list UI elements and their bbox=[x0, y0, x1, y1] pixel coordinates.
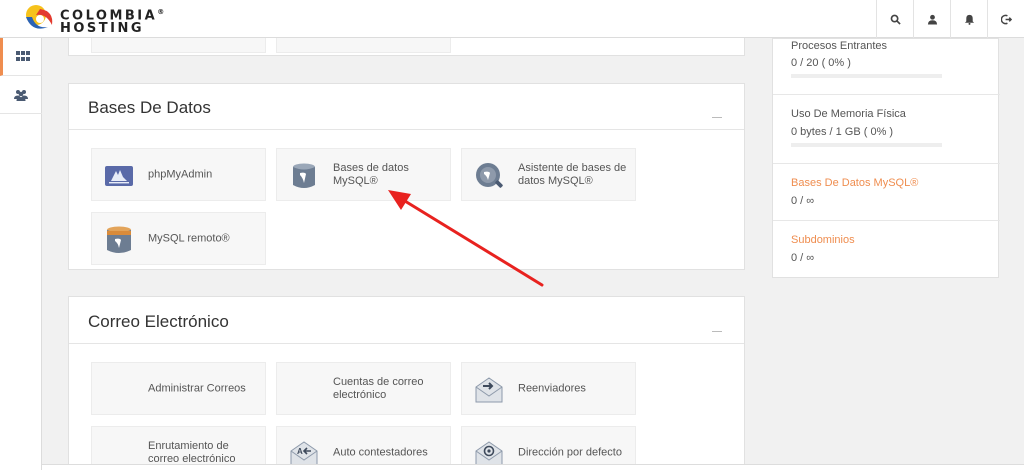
tile-mysql-databases[interactable]: Bases de datos MySQL® bbox=[276, 148, 451, 201]
logout-button[interactable] bbox=[987, 0, 1024, 38]
phpmyadmin-icon bbox=[105, 166, 133, 186]
stat-incoming-processes: Procesos Entrantes 0 / 20 ( 0% ) bbox=[773, 39, 1000, 95]
tile-forwarders[interactable]: Reenviadores bbox=[461, 362, 636, 415]
databases-collapse-button[interactable] bbox=[712, 117, 722, 118]
forwarders-icon bbox=[475, 377, 503, 403]
nav-users[interactable] bbox=[0, 76, 42, 114]
databases-panel: Bases De Datos phpMyAdmin Bases de datos… bbox=[68, 83, 745, 270]
stat-progress-bar bbox=[791, 74, 942, 78]
stat-link-subdomains[interactable]: Subdominios bbox=[791, 234, 855, 246]
tile-label: Bases de datos MySQL® bbox=[333, 161, 409, 187]
stat-label: Procesos Entrantes bbox=[791, 40, 887, 52]
tile-email-accounts[interactable]: Cuentas de correo electrónico bbox=[276, 362, 451, 415]
brand-logo[interactable]: COLOMBIA® HOSTING bbox=[22, 3, 172, 35]
left-nav bbox=[0, 38, 42, 470]
databases-title: Bases De Datos bbox=[88, 98, 211, 117]
svg-text:A: A bbox=[297, 447, 303, 456]
tile-phpmyadmin[interactable]: phpMyAdmin bbox=[91, 148, 266, 201]
users-icon bbox=[14, 89, 28, 101]
tile-label: Administrar Correos bbox=[148, 382, 246, 394]
stat-subdomains: Subdominios 0 / ∞ bbox=[773, 221, 1000, 279]
grid-icon bbox=[15, 50, 30, 61]
statistics-panel: Procesos Entrantes 0 / 20 ( 0% ) Uso De … bbox=[772, 38, 1000, 279]
remote-mysql-icon bbox=[107, 226, 131, 253]
stat-label: Uso De Memoria Física bbox=[791, 108, 906, 120]
tile-label: Reenviadores bbox=[518, 382, 586, 394]
logo-icon bbox=[26, 5, 53, 29]
logout-icon bbox=[1000, 14, 1012, 24]
stat-value: 0 / ∞ bbox=[791, 195, 815, 207]
database-icon bbox=[293, 163, 315, 188]
stat-physical-memory: Uso De Memoria Física 0 bytes / 1 GB ( 0… bbox=[773, 95, 1000, 164]
top-bar: COLOMBIA® HOSTING bbox=[0, 0, 1024, 38]
database-wizard-icon bbox=[476, 163, 503, 188]
tile-label: Auto contestadores bbox=[333, 446, 428, 458]
stat-value: 0 / ∞ bbox=[791, 252, 815, 264]
tile-label: Asistente de bases de datos MySQL® bbox=[518, 161, 627, 187]
tile-remote-mysql[interactable]: MySQL remoto® bbox=[91, 212, 266, 265]
bell-icon bbox=[964, 14, 974, 25]
email-panel: Correo Electrónico Administrar Correos C… bbox=[68, 296, 745, 470]
user-button[interactable] bbox=[913, 0, 950, 38]
tile-manage-email[interactable]: Administrar Correos bbox=[91, 362, 266, 415]
tile-label: Enrutamiento de correo electrónico bbox=[148, 439, 236, 465]
search-icon bbox=[890, 14, 901, 25]
email-collapse-button[interactable] bbox=[712, 331, 722, 332]
user-icon bbox=[927, 14, 937, 25]
brand-name: COLOMBIA® HOSTING bbox=[60, 8, 165, 37]
stat-mysql-databases: Bases De Datos MySQL® 0 / ∞ bbox=[773, 164, 1000, 221]
tile-label: Cuentas de correo electrónico bbox=[333, 375, 424, 401]
nav-home[interactable] bbox=[0, 38, 42, 76]
tile-label: phpMyAdmin bbox=[148, 168, 213, 180]
search-button[interactable] bbox=[876, 0, 913, 38]
notifications-button[interactable] bbox=[950, 0, 987, 38]
stat-link-mysql-databases[interactable]: Bases De Datos MySQL® bbox=[791, 177, 918, 189]
bottom-edge bbox=[0, 464, 1024, 470]
tile-label: Dirección por defecto bbox=[518, 446, 622, 458]
tile-mysql-wizard[interactable]: Asistente de bases de datos MySQL® bbox=[461, 148, 636, 201]
stat-value: 0 bytes / 1 GB ( 0% ) bbox=[791, 126, 894, 138]
email-title: Correo Electrónico bbox=[88, 312, 229, 331]
stat-progress-bar bbox=[791, 143, 942, 147]
stat-value: 0 / 20 ( 0% ) bbox=[791, 57, 851, 69]
tile-label: MySQL remoto® bbox=[148, 232, 230, 244]
